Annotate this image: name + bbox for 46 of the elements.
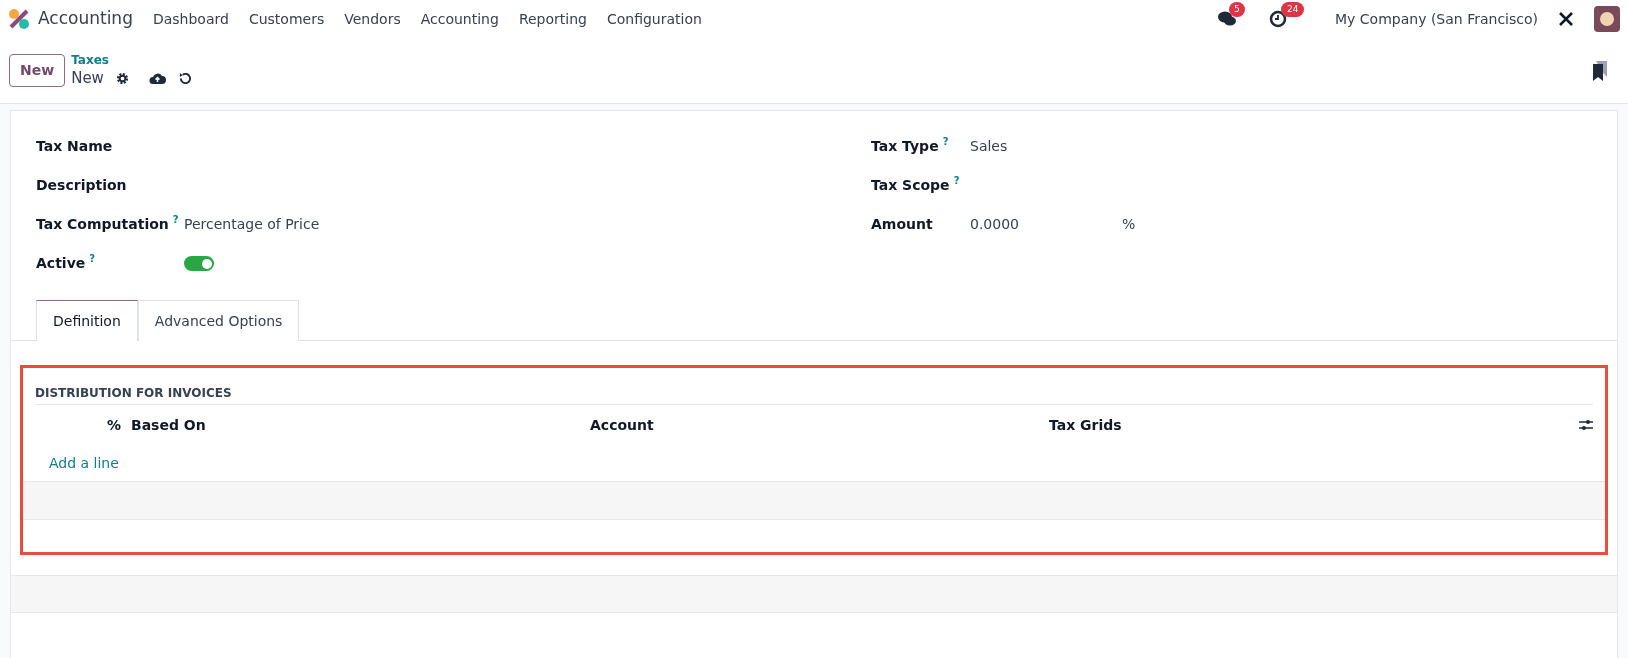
form-tab[interactable]: Advanced Options (137, 300, 300, 341)
field-label: Active (36, 254, 86, 273)
app-logo-icon[interactable] (8, 8, 30, 30)
app-name[interactable]: Accounting (38, 6, 133, 32)
menu-item[interactable]: Vendors (344, 8, 401, 30)
field-label: Tax Scope (871, 176, 950, 195)
cloud-upload-icon[interactable] (148, 71, 166, 85)
field-value[interactable]: Percentage of Price (184, 214, 320, 235)
menu-item[interactable]: Accounting (420, 8, 499, 30)
section-title: DISTRIBUTION FOR INVOICES (35, 384, 1593, 405)
field-label: Tax Type (871, 137, 939, 156)
column-options-icon[interactable] (1579, 419, 1593, 431)
column-header: Based On (131, 415, 207, 435)
tools-icon[interactable] (1558, 11, 1574, 27)
menu-item[interactable]: Reporting (518, 8, 587, 30)
notification-badge: 5 (1229, 2, 1245, 17)
menu-item[interactable]: Customers (248, 8, 325, 30)
record-title: New (71, 68, 104, 88)
notification-badge: 24 (1281, 2, 1305, 17)
breadcrumb-link[interactable]: Taxes (71, 53, 191, 68)
field-label: Tax Name (36, 137, 113, 156)
company-switcher[interactable]: My Company (San Francisco) (1335, 8, 1538, 30)
help-tooltip-icon[interactable]: ? (942, 136, 949, 148)
menu-item[interactable]: Configuration (606, 8, 702, 30)
new-button[interactable]: New (9, 54, 66, 87)
column-header: % (105, 415, 121, 435)
field-label: Tax Computation (36, 215, 169, 234)
column-header: Tax Grids (1049, 415, 1122, 435)
field-label: Amount (871, 215, 933, 234)
toggle-switch[interactable] (184, 256, 214, 271)
field-label: Description (36, 176, 127, 195)
help-tooltip-icon[interactable]: ? (172, 214, 179, 226)
field-value[interactable]: 0.0000 (970, 214, 1122, 235)
user-avatar[interactable] (1594, 6, 1620, 32)
settings-icon[interactable] (115, 71, 129, 85)
field-value[interactable]: Sales (970, 136, 1122, 157)
column-header: Account (590, 415, 655, 435)
add-line-link[interactable]: Add a line (49, 452, 119, 474)
unit-label: % (1122, 215, 1136, 234)
form-tab[interactable]: Definition (36, 300, 138, 341)
help-tooltip-icon[interactable]: ? (89, 253, 96, 265)
clock-icon[interactable] (1269, 10, 1288, 28)
menu-item[interactable]: Dashboard (152, 8, 229, 30)
undo-icon[interactable] (177, 71, 191, 85)
help-tooltip-icon[interactable]: ? (953, 175, 960, 187)
bookmark-icon[interactable] (1593, 60, 1607, 81)
